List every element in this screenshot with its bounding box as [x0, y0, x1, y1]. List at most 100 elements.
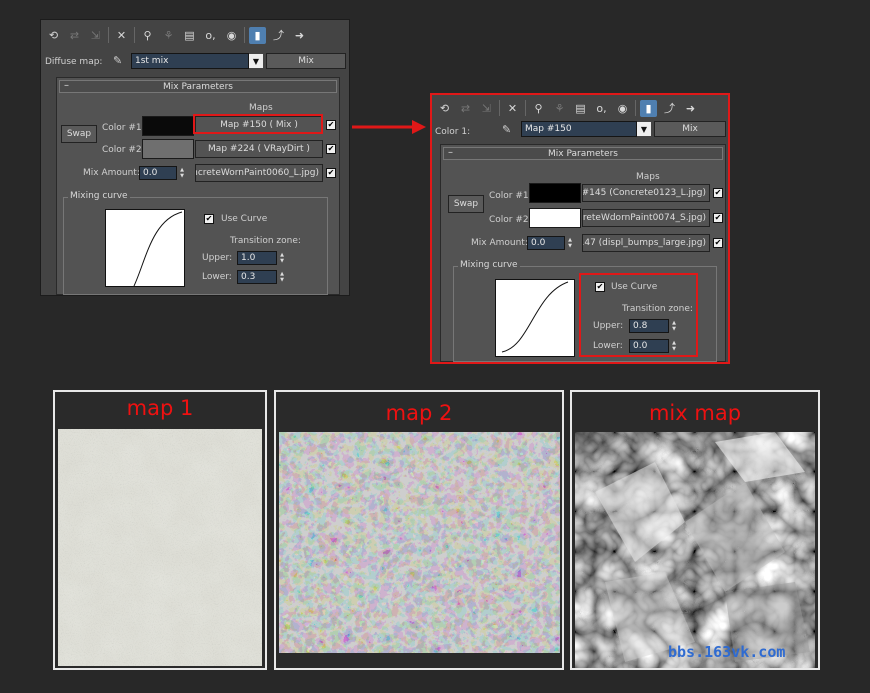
eyedropper-icon[interactable]: ✎	[113, 54, 122, 67]
put-to-scene-icon[interactable]: ⇄	[457, 100, 474, 117]
map-slot-label: Diffuse map:	[45, 57, 103, 67]
color1-swatch[interactable]	[529, 183, 581, 203]
put-to-library-icon[interactable]: ⚘	[551, 100, 568, 117]
map-slot-label: Color 1:	[435, 127, 471, 137]
mix-map-checkbox[interactable]: ✔	[326, 168, 336, 178]
mixing-curve-group: Mixing curve ✔ Use Curve Transition zone…	[63, 191, 328, 295]
material-editor-panel-2: ⟲ ⇄ ⇲ ✕ ⚲ ⚘ ▤ o, ◉ ▮ ⤴ ➜ Color 1: ✎ Map …	[430, 93, 730, 364]
mixing-curve-graph	[105, 209, 185, 287]
mix-amount-map-button[interactable]: #147 (displ_bumps_large.jpg)	[582, 234, 710, 252]
map-name-field[interactable]: Map #150	[521, 121, 637, 137]
color2-map-checkbox[interactable]: ✔	[326, 144, 336, 154]
swap-button[interactable]: Swap	[61, 125, 97, 143]
lower-label: Lower:	[202, 272, 232, 282]
curve-line	[501, 281, 569, 353]
card-title: map 1	[126, 396, 194, 420]
chevron-down-icon[interactable]: ▼	[249, 54, 263, 68]
rollout-header[interactable]: – Mix Parameters	[59, 80, 337, 93]
mix-amount-spinner[interactable]: ▲ ▼	[178, 166, 186, 180]
color2-label: Color #2	[489, 215, 529, 225]
color2-map-button[interactable]: ncreteWdornPaint0074_S.jpg)	[582, 209, 710, 227]
toolbar-separator	[244, 27, 245, 43]
upper-spinner[interactable]: ▲ ▼	[278, 251, 286, 265]
collapse-icon: –	[448, 147, 453, 158]
mix-amount-input[interactable]: 0.0	[527, 236, 565, 250]
color1-label: Color #1	[489, 191, 529, 201]
upper-input[interactable]: 1.0	[237, 251, 277, 265]
highlight-use-curve	[579, 273, 698, 357]
color1-swatch[interactable]	[142, 116, 194, 136]
show-end-result-icon[interactable]: ◉	[614, 100, 631, 117]
lower-spinner[interactable]: ▲ ▼	[278, 270, 286, 284]
make-unique-icon[interactable]: ⚲	[530, 100, 547, 117]
rollout-title: Mix Parameters	[548, 148, 618, 159]
put-to-scene-icon[interactable]: ⇄	[66, 27, 83, 44]
toolbar-separator	[108, 27, 109, 43]
texture-card-map1: map 1	[53, 390, 267, 670]
map-name-field[interactable]: 1st mix	[131, 53, 249, 69]
color2-swatch[interactable]	[142, 139, 194, 159]
show-map-icon[interactable]: o,	[593, 100, 610, 117]
go-to-parent-icon[interactable]: ⤴	[270, 27, 287, 44]
color2-swatch[interactable]	[529, 208, 581, 228]
collapse-icon: –	[64, 80, 69, 91]
toolbar-separator	[499, 100, 500, 116]
mix-amount-spinner[interactable]: ▲ ▼	[566, 236, 574, 250]
put-to-library-icon[interactable]: ⚘	[160, 27, 177, 44]
mixing-curve-title: Mixing curve	[458, 260, 520, 270]
mix-amount-input[interactable]: 0.0	[139, 166, 177, 180]
show-in-viewport-icon[interactable]: ▮	[640, 99, 657, 117]
card-title: mix map	[648, 401, 742, 425]
rollout-header[interactable]: – Mix Parameters	[443, 147, 723, 160]
mix-map-checkbox[interactable]: ✔	[713, 238, 723, 248]
show-in-viewport-icon[interactable]: ▮	[249, 26, 266, 44]
color1-map-button[interactable]: p #145 (Concrete0123_L.jpg)	[582, 184, 710, 202]
maps-header: Maps	[636, 172, 660, 182]
material-toolbar: ⟲ ⇄ ⇲ ✕ ⚲ ⚘ ▤ o, ◉ ▮ ⤴ ➜	[45, 24, 308, 46]
color1-map-checkbox[interactable]: ✔	[713, 188, 723, 198]
eyedropper-icon[interactable]: ✎	[502, 123, 511, 136]
screenshot-root: { "toolbar_icons": ["get-material-icon",…	[0, 0, 870, 693]
curve-line	[133, 211, 183, 287]
assign-material-icon[interactable]: ⇲	[478, 100, 495, 117]
map-type-button[interactable]: Mix	[266, 53, 346, 69]
go-forward-icon[interactable]: ➜	[682, 100, 699, 117]
concrete-texture-image	[58, 429, 262, 666]
material-editor-panel-1: ⟲ ⇄ ⇲ ✕ ⚲ ⚘ ▤ o, ◉ ▮ ⤴ ➜ Diffuse map: ✎ …	[40, 19, 350, 296]
toolbar-separator	[635, 100, 636, 116]
material-id-icon[interactable]: ▤	[572, 100, 589, 117]
chevron-down-icon[interactable]: ▼	[637, 122, 651, 136]
color2-map-checkbox[interactable]: ✔	[713, 213, 723, 223]
texture-card-map2: map 2	[274, 390, 564, 670]
crystal-mix-texture-image	[575, 432, 815, 668]
red-arrow	[352, 120, 426, 134]
assign-material-icon[interactable]: ⇲	[87, 27, 104, 44]
use-curve-label: Use Curve	[221, 214, 268, 224]
mix-parameters-rollout: – Mix Parameters Maps Swap Color #1 Map …	[56, 77, 340, 295]
material-id-icon[interactable]: ▤	[181, 27, 198, 44]
go-to-parent-icon[interactable]: ⤴	[661, 100, 678, 117]
material-toolbar: ⟲ ⇄ ⇲ ✕ ⚲ ⚘ ▤ o, ◉ ▮ ⤴ ➜	[436, 97, 699, 119]
show-map-icon[interactable]: o,	[202, 27, 219, 44]
mix-amount-label: Mix Amount:	[83, 168, 140, 178]
color2-label: Color #2	[102, 145, 142, 155]
color2-map-button[interactable]: Map #224 ( VRayDirt )	[195, 140, 323, 158]
mixing-curve-graph	[495, 279, 575, 357]
upper-label: Upper:	[202, 253, 233, 263]
map-type-button[interactable]: Mix	[654, 121, 726, 137]
reset-icon[interactable]: ✕	[504, 100, 521, 117]
cracked-paint-texture-image	[279, 432, 560, 653]
mix-amount-map-button[interactable]: ConcreteWornPaint0060_L.jpg)	[195, 164, 323, 182]
go-forward-icon[interactable]: ➜	[291, 27, 308, 44]
color1-map-checkbox[interactable]: ✔	[326, 120, 336, 130]
get-material-icon[interactable]: ⟲	[436, 100, 453, 117]
make-unique-icon[interactable]: ⚲	[139, 27, 156, 44]
reset-icon[interactable]: ✕	[113, 27, 130, 44]
get-material-icon[interactable]: ⟲	[45, 27, 62, 44]
rollout-title: Mix Parameters	[163, 81, 233, 92]
swap-button[interactable]: Swap	[448, 195, 484, 213]
card-title: map 2	[385, 401, 453, 425]
use-curve-checkbox[interactable]: ✔	[204, 214, 214, 224]
lower-input[interactable]: 0.3	[237, 270, 277, 284]
show-end-result-icon[interactable]: ◉	[223, 27, 240, 44]
